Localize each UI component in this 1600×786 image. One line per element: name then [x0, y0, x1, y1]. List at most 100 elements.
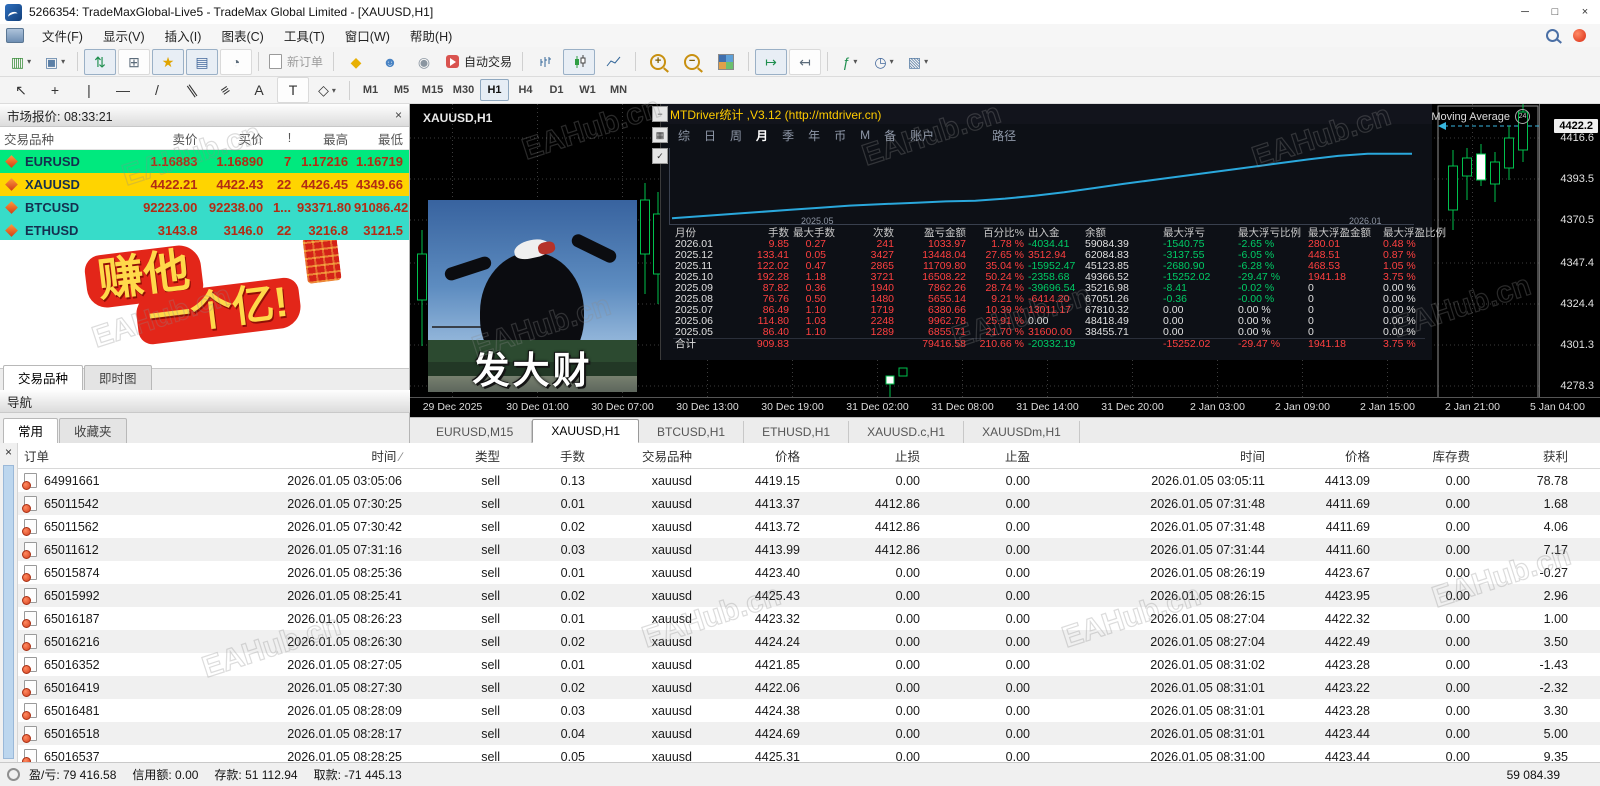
chart-tab-ETHUSD-H1[interactable]: ETHUSD,H1 [744, 421, 849, 443]
data-window-toggle-button[interactable]: ⊞ [118, 49, 150, 75]
order-row-65011562[interactable]: 650115622026.01.05 07:30:42sell0.02xauus… [18, 515, 1600, 538]
navigator-tab-0[interactable]: 常用 [3, 418, 58, 443]
orders-column-1[interactable]: 时间 ∕ [250, 443, 410, 469]
orders-column-5[interactable]: 价格 [700, 443, 808, 469]
orders-column-8[interactable]: 时间 [1038, 443, 1273, 469]
menu-item-帮助[interactable]: 帮助(H) [400, 24, 462, 47]
chart-candles-button[interactable] [563, 49, 595, 75]
market-watch-toggle-button[interactable]: ⇅ [84, 49, 116, 75]
order-row-65011542[interactable]: 650115422026.01.05 07:30:25sell0.01xauus… [18, 492, 1600, 515]
market-watch-row-EURUSD[interactable]: EURUSD1.168831.1689071.172161.16719 [0, 150, 409, 173]
zoom-in-button[interactable]: + [642, 49, 674, 75]
mtdriver-menu-日[interactable]: 日 [697, 127, 723, 144]
community-button[interactable]: ☻ [374, 49, 406, 75]
search-icon[interactable] [1546, 29, 1559, 42]
text-tool-button[interactable]: A [243, 77, 275, 103]
orders-column-4[interactable]: 交易品种 [593, 443, 700, 469]
orders-column-10[interactable]: 库存费 [1378, 443, 1478, 469]
notification-icon[interactable] [1573, 29, 1586, 42]
timeframe-h4-button[interactable]: H4 [511, 79, 540, 101]
close-icon[interactable]: × [0, 443, 17, 460]
subwindow-minimize-button[interactable]: − [652, 106, 668, 122]
signals-button[interactable]: ◉ [408, 49, 440, 75]
navigator-caption[interactable]: 导航 × [0, 390, 423, 413]
templates-button[interactable]: ▧▾ [902, 49, 934, 75]
navigator-toggle-button[interactable]: ★ [152, 49, 184, 75]
timeframe-m30-button[interactable]: M30 [449, 79, 478, 101]
market-watch-column-0[interactable]: 交易品种 [0, 129, 138, 148]
chart-tab-XAUUSD-c-H1[interactable]: XAUUSD.c,H1 [849, 421, 964, 443]
orders-column-7[interactable]: 止盈 [928, 443, 1038, 469]
mtdriver-menu-备[interactable]: 备 [877, 127, 903, 144]
label-tool-button[interactable]: T [277, 77, 309, 103]
mtdriver-menu-综[interactable]: 综 [671, 127, 697, 144]
chart-tab-EURUSD-M15[interactable]: EURUSD,M15 [418, 421, 532, 443]
chart-line-button[interactable] [597, 49, 629, 75]
profiles-button[interactable]: ▣▾ [39, 49, 71, 75]
menu-item-文件[interactable]: 文件(F) [32, 24, 93, 47]
market-watch-caption[interactable]: 市场报价: 08:33:21 × [0, 104, 409, 127]
market-watch-column-5[interactable]: 最低 [354, 129, 409, 148]
minimize-button[interactable]: ─ [1510, 1, 1540, 23]
timeframe-m5-button[interactable]: M5 [387, 79, 416, 101]
timeframe-m1-button[interactable]: M1 [356, 79, 385, 101]
indicator-badge-icon[interactable]: 24 [1515, 109, 1530, 124]
periods-button[interactable]: ◷▾ [868, 49, 900, 75]
zoom-out-button[interactable]: − [676, 49, 708, 75]
subwindow-view-button[interactable]: ▦ [652, 127, 668, 143]
mtdriver-menu-M[interactable]: M [853, 128, 877, 142]
orders-column-3[interactable]: 手数 [508, 443, 593, 469]
cursor-tool-button[interactable]: ↖ [5, 77, 37, 103]
market-watch-tab-1[interactable]: 即时图 [84, 365, 152, 390]
mtdriver-menu-季[interactable]: 季 [775, 127, 801, 144]
menu-item-图表[interactable]: 图表(C) [211, 24, 273, 47]
mtdriver-menu-路径[interactable]: 路径 [985, 127, 1023, 144]
orders-scroll-strip[interactable] [3, 465, 14, 759]
new-chart-button[interactable]: ▥▾ [5, 49, 37, 75]
chart-area[interactable]: XAUUSD,H1 −▦✓ 发大财 MTDriver统计 ,V3.12 (htt… [410, 104, 1600, 417]
orders-column-9[interactable]: 价格 [1273, 443, 1378, 469]
vertical-line-tool-button[interactable]: | [73, 77, 105, 103]
chart-tab-BTCUSD-H1[interactable]: BTCUSD,H1 [639, 421, 744, 443]
shapes-tool-button[interactable]: ◇▾ [311, 77, 343, 103]
timeframe-h1-button[interactable]: H1 [480, 79, 509, 101]
restore-button[interactable]: □ [1540, 1, 1570, 23]
trendline-tool-button[interactable]: / [141, 77, 173, 103]
navigator-tab-1[interactable]: 收藏夹 [59, 418, 127, 443]
menu-item-显示[interactable]: 显示(V) [93, 24, 155, 47]
order-row-65016187[interactable]: 650161872026.01.05 08:26:23sell0.01xauus… [18, 607, 1600, 630]
fibonacci-tool-button[interactable]: ≡ [209, 77, 241, 103]
order-row-65016481[interactable]: 650164812026.01.05 08:28:09sell0.03xauus… [18, 699, 1600, 722]
auto-scroll-button[interactable]: ↦ [755, 49, 787, 75]
orders-column-6[interactable]: 止损 [808, 443, 928, 469]
mtdriver-menu-周[interactable]: 周 [723, 127, 749, 144]
order-row-65016419[interactable]: 650164192026.01.05 08:27:30sell0.02xauus… [18, 676, 1600, 699]
crosshair-tool-button[interactable]: + [39, 77, 71, 103]
order-row-65011612[interactable]: 650116122026.01.05 07:31:16sell0.03xauus… [18, 538, 1600, 561]
time-axis[interactable]: 29 Dec 202530 Dec 01:0030 Dec 07:0030 De… [410, 397, 1600, 417]
orders-column-11[interactable]: 获利 [1478, 443, 1600, 469]
indicators-button[interactable]: ƒ▾ [834, 49, 866, 75]
mtdriver-menu-年[interactable]: 年 [801, 127, 827, 144]
order-row-65016352[interactable]: 650163522026.01.05 08:27:05sell0.01xauus… [18, 653, 1600, 676]
market-watch-row-BTCUSD[interactable]: BTCUSD92223.0092238.001...93371.8091086.… [0, 196, 409, 219]
new-order-button[interactable]: 新订单 [265, 49, 327, 75]
orders-column-2[interactable]: 类型 [410, 443, 508, 469]
mtdriver-menu-月[interactable]: 月 [749, 127, 775, 144]
order-row-65016518[interactable]: 650165182026.01.05 08:28:17sell0.04xauus… [18, 722, 1600, 745]
market-watch-row-XAUUSD[interactable]: XAUUSD4422.214422.43224426.454349.66 [0, 173, 409, 196]
chart-bars-button[interactable] [529, 49, 561, 75]
market-watch-column-3[interactable]: ! [269, 131, 297, 145]
order-row-65015874[interactable]: 650158742026.01.05 08:25:36sell0.01xauus… [18, 561, 1600, 584]
title-bar[interactable]: 5266354: TradeMaxGlobal-Live5 - TradeMax… [0, 0, 1600, 25]
timeframe-w1-button[interactable]: W1 [573, 79, 602, 101]
horizontal-line-tool-button[interactable]: — [107, 77, 139, 103]
menu-item-插入[interactable]: 插入(I) [155, 24, 212, 47]
order-row-64991661[interactable]: 649916612026.01.05 03:05:06sell0.13xauus… [18, 469, 1600, 493]
timeframe-mn-button[interactable]: MN [604, 79, 633, 101]
timeframe-d1-button[interactable]: D1 [542, 79, 571, 101]
orders-column-0[interactable]: 订单 [18, 443, 250, 469]
tile-windows-button[interactable] [710, 49, 742, 75]
close-button[interactable]: × [1570, 1, 1600, 23]
order-row-65016216[interactable]: 650162162026.01.05 08:26:30sell0.02xauus… [18, 630, 1600, 653]
